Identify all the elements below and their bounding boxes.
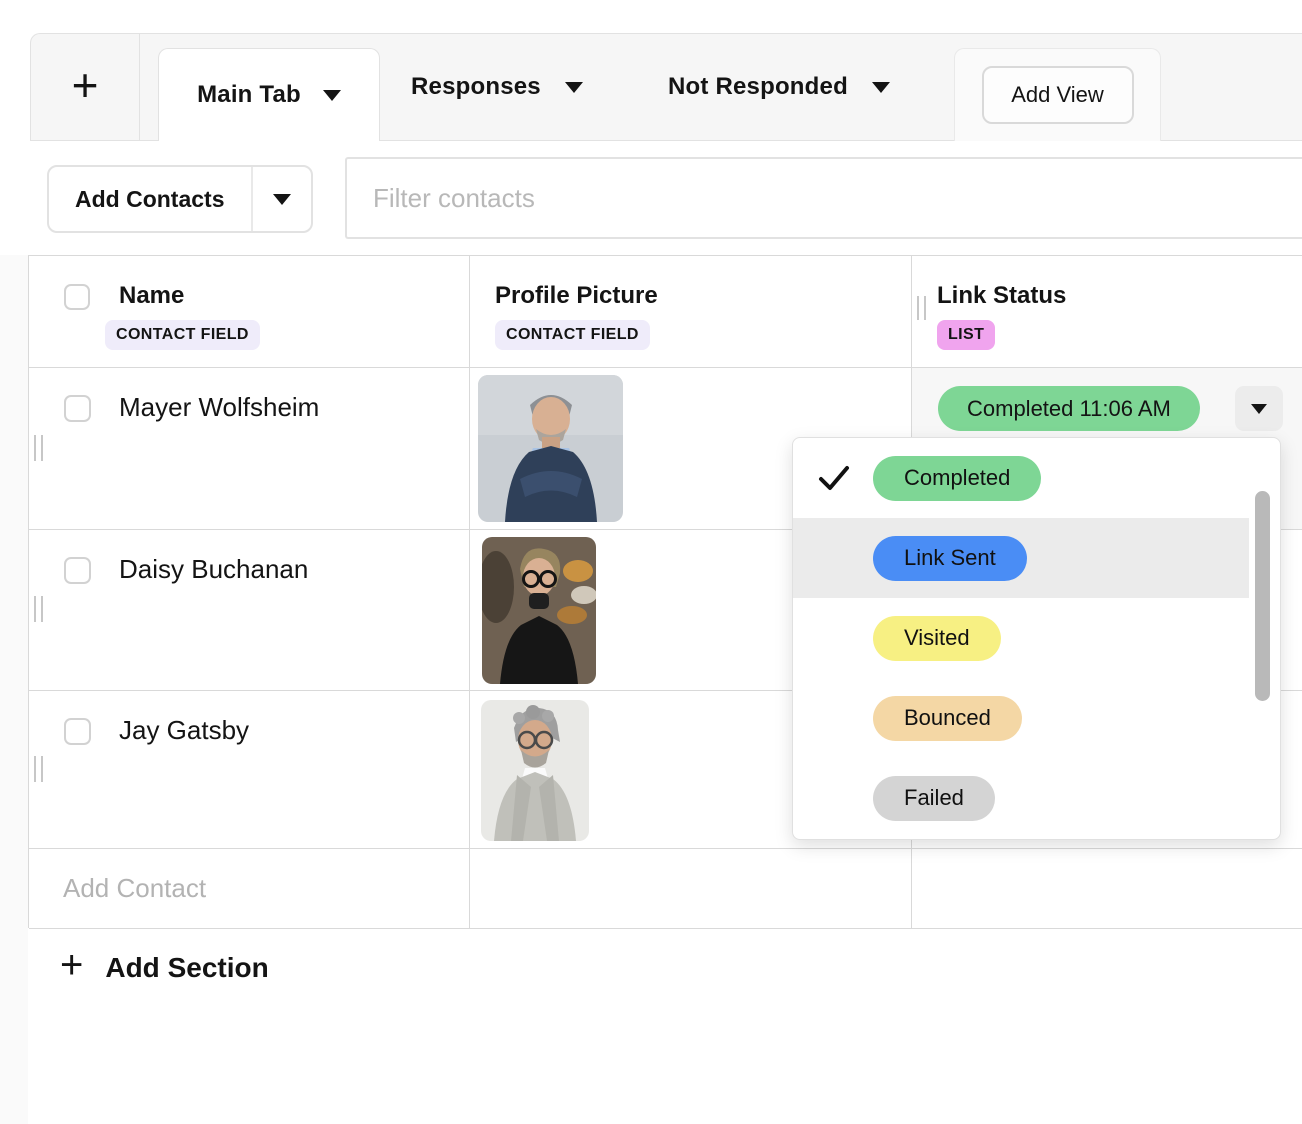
filter-contacts-input[interactable] xyxy=(345,157,1302,239)
status-badge: Bounced xyxy=(873,696,1022,741)
check-icon xyxy=(817,462,851,499)
profile-photo[interactable] xyxy=(481,700,589,841)
add-contact-placeholder[interactable]: Add Contact xyxy=(63,873,206,904)
add-contacts-dropdown-button[interactable] xyxy=(253,167,311,231)
plus-icon: + xyxy=(72,62,99,108)
chevron-down-icon[interactable] xyxy=(323,90,341,101)
add-section-button[interactable]: + Add Section xyxy=(28,928,1302,1008)
status-badge: Completed xyxy=(873,456,1041,501)
table-header-row: Name CONTACT FIELD Profile Picture CONTA… xyxy=(29,256,1302,368)
profile-photo[interactable] xyxy=(482,537,596,684)
add-tab-button[interactable]: + xyxy=(31,34,140,140)
status-option-bounced[interactable]: Bounced xyxy=(793,678,1280,758)
status-badge: Visited xyxy=(873,616,1001,661)
tab-not-responded[interactable]: Not Responded xyxy=(668,34,890,140)
tab-main-tab[interactable]: Main Tab xyxy=(158,48,380,141)
add-contacts-split-button: Add Contacts xyxy=(47,165,313,233)
tab-main-tab-label: Main Tab xyxy=(197,81,301,109)
column-header-link-status[interactable]: Link Status xyxy=(937,282,1066,310)
contact-name[interactable]: Jay Gatsby xyxy=(119,715,249,746)
column-header-name[interactable]: Name xyxy=(119,282,184,310)
select-all-checkbox[interactable] xyxy=(64,284,90,310)
add-contacts-button[interactable]: Add Contacts xyxy=(49,167,251,231)
drag-handle-icon[interactable] xyxy=(917,296,926,320)
add-view-button-label: Add View xyxy=(1011,82,1104,108)
column-type-badge: CONTACT FIELD xyxy=(105,320,260,350)
column-type-badge: LIST xyxy=(937,320,995,350)
status-option-visited[interactable]: Visited xyxy=(793,598,1280,678)
profile-photo[interactable] xyxy=(478,375,623,522)
contacts-table-page: + Main Tab Responses Not Responded Add V… xyxy=(0,0,1302,1124)
status-dropdown-button[interactable] xyxy=(1235,386,1283,431)
contact-name[interactable]: Mayer Wolfsheim xyxy=(119,392,319,423)
contact-name[interactable]: Daisy Buchanan xyxy=(119,554,308,585)
add-contacts-label: Add Contacts xyxy=(75,186,225,213)
add-view-button[interactable]: Add View xyxy=(982,66,1134,124)
plus-icon: + xyxy=(60,945,83,985)
chevron-down-icon[interactable] xyxy=(565,82,583,93)
chevron-down-icon[interactable] xyxy=(872,82,890,93)
status-option-link-sent[interactable]: Link Sent xyxy=(793,518,1249,598)
column-header-profile-picture[interactable]: Profile Picture xyxy=(495,282,658,310)
status-option-completed[interactable]: Completed xyxy=(793,438,1280,518)
row-drag-handle-icon[interactable] xyxy=(34,596,43,622)
row-checkbox[interactable] xyxy=(64,718,91,745)
row-checkbox[interactable] xyxy=(64,395,91,422)
left-gutter xyxy=(0,255,28,1124)
tab-responses-label: Responses xyxy=(411,73,541,101)
add-view-container: Add View xyxy=(954,48,1161,141)
status-dropdown-menu: Completed Link Sent Visited Bounced Fail… xyxy=(792,437,1281,840)
row-drag-handle-icon[interactable] xyxy=(34,435,43,461)
chevron-down-icon xyxy=(273,194,291,205)
status-badge: Link Sent xyxy=(873,536,1027,581)
status-badge[interactable]: Completed 11:06 AM xyxy=(938,386,1200,431)
add-contact-row[interactable]: Add Contact xyxy=(29,849,1302,929)
tab-responses[interactable]: Responses xyxy=(411,34,583,140)
chevron-down-icon xyxy=(1251,404,1267,414)
dropdown-scrollbar[interactable] xyxy=(1255,491,1270,701)
tab-strip: + Main Tab Responses Not Responded Add V… xyxy=(30,33,1302,141)
status-badge: Failed xyxy=(873,776,995,821)
tab-not-responded-label: Not Responded xyxy=(668,73,848,101)
row-checkbox[interactable] xyxy=(64,557,91,584)
column-type-badge: CONTACT FIELD xyxy=(495,320,650,350)
row-drag-handle-icon[interactable] xyxy=(34,756,43,782)
add-section-label: Add Section xyxy=(105,952,268,984)
status-option-failed[interactable]: Failed xyxy=(793,758,1280,838)
